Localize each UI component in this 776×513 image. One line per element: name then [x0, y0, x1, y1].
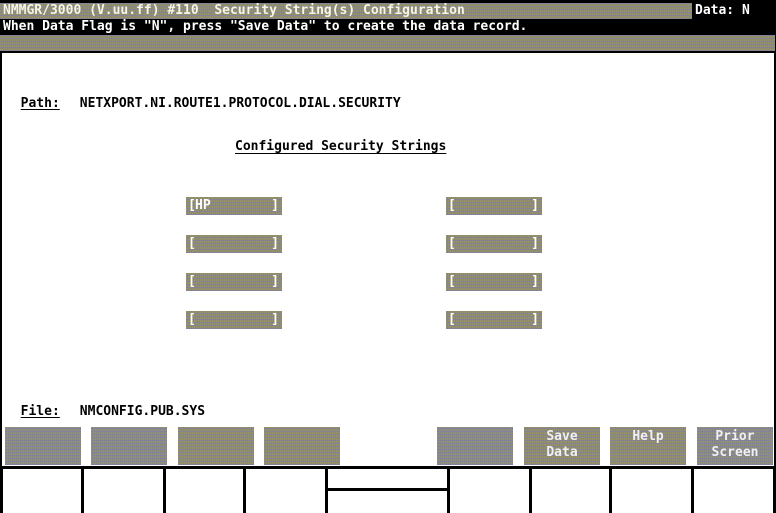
- bracket-close: ]: [271, 236, 279, 251]
- fkey-line1: Prior: [715, 429, 755, 444]
- fkey-slot-3[interactable]: [166, 466, 246, 513]
- bracket-open: [: [448, 198, 456, 213]
- header-divider: [0, 51, 776, 53]
- section-heading: Configured Security Strings: [235, 139, 447, 154]
- title-bar: NMMGR/3000 (V.uu.ff) #110 Security Strin…: [0, 3, 693, 19]
- file-value: NMCONFIG.PUB.SYS: [79, 404, 206, 419]
- slot-divider: [328, 488, 450, 491]
- security-string-field-2[interactable]: [ ]: [186, 235, 282, 253]
- data-flag-indicator: Data: N: [692, 3, 775, 19]
- fkey-line2: Screen: [711, 445, 759, 460]
- security-string-field-7[interactable]: [ ]: [446, 273, 542, 291]
- field-value[interactable]: HP: [195, 197, 211, 215]
- function-key-f4[interactable]: [264, 427, 340, 465]
- path-label: Path:: [20, 96, 60, 111]
- bracket-open: [: [188, 236, 196, 251]
- file-label: File:: [20, 404, 60, 419]
- fkey-slot-4[interactable]: [246, 466, 328, 513]
- bracket-open: [: [188, 274, 196, 289]
- function-key-f2[interactable]: [91, 427, 167, 465]
- bracket-close: ]: [531, 198, 539, 213]
- bracket-close: ]: [531, 236, 539, 251]
- function-key-f3[interactable]: [178, 427, 254, 465]
- fkey-slot-1[interactable]: [0, 466, 84, 513]
- security-string-field-8[interactable]: [ ]: [446, 311, 542, 329]
- bracket-open: [: [448, 312, 456, 327]
- function-key-f5[interactable]: [437, 427, 513, 465]
- path-row: Path: NETXPORT.NI.ROUTE1.PROTOCOL.DIAL.SE…: [5, 81, 401, 111]
- fkey-line1: Help: [632, 429, 664, 444]
- bracket-close: ]: [531, 312, 539, 327]
- fkey-slot-7[interactable]: [612, 466, 694, 513]
- fkey-slot-5[interactable]: [450, 466, 532, 513]
- security-string-field-1[interactable]: [ HP ]: [186, 197, 282, 215]
- fkey-slot-2[interactable]: [84, 466, 166, 513]
- function-key-f1[interactable]: [5, 427, 81, 465]
- bracket-close: ]: [271, 274, 279, 289]
- message-bar: When Data Flag is "N", press "Save Data"…: [0, 19, 775, 35]
- bracket-close: ]: [271, 198, 279, 213]
- security-string-field-6[interactable]: [ ]: [446, 235, 542, 253]
- fkey-line1: Save: [546, 429, 578, 444]
- file-row: File: NMCONFIG.PUB.SYS: [5, 389, 205, 419]
- command-line[interactable]: Command:: [0, 35, 775, 66]
- bracket-close: ]: [271, 312, 279, 327]
- path-value: NETXPORT.NI.ROUTE1.PROTOCOL.DIAL.SECURIT…: [79, 96, 401, 111]
- save-data-button[interactable]: Save Data: [524, 427, 600, 465]
- security-string-field-3[interactable]: [ ]: [186, 273, 282, 291]
- security-string-field-4[interactable]: [ ]: [186, 311, 282, 329]
- bracket-close: ]: [531, 274, 539, 289]
- help-button[interactable]: Help: [610, 427, 686, 465]
- fkey-slot-8[interactable]: [694, 466, 776, 513]
- command-label: Command:: [18, 51, 82, 66]
- prior-screen-button[interactable]: Prior Screen: [697, 427, 773, 465]
- bracket-open: [: [448, 274, 456, 289]
- fkey-line2: Data: [546, 445, 578, 460]
- security-string-field-5[interactable]: [ ]: [446, 197, 542, 215]
- fkey-slot-6[interactable]: [532, 466, 612, 513]
- bracket-open: [: [188, 312, 196, 327]
- bracket-open: [: [448, 236, 456, 251]
